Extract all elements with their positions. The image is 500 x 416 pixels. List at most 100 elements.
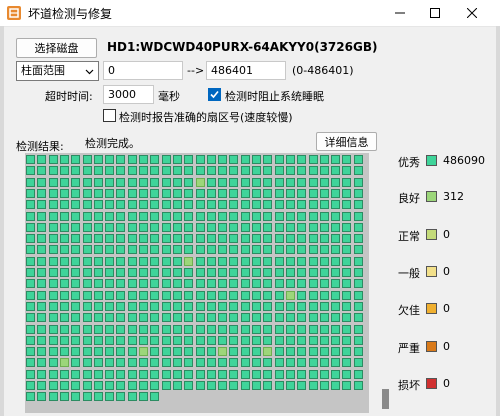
sector-block[interactable] <box>229 324 239 334</box>
sector-block[interactable] <box>206 222 216 232</box>
sector-block[interactable] <box>229 347 239 357</box>
sector-block[interactable] <box>308 200 318 210</box>
sector-block[interactable] <box>48 301 58 311</box>
sector-block[interactable] <box>308 358 318 368</box>
sector-block[interactable] <box>139 188 148 198</box>
sector-block[interactable] <box>263 268 273 277</box>
sector-block[interactable] <box>93 211 103 221</box>
sector-block[interactable] <box>59 358 69 368</box>
sector-block[interactable] <box>240 188 250 198</box>
sector-block[interactable] <box>127 166 137 176</box>
sector-block[interactable] <box>218 313 228 323</box>
sector-block[interactable] <box>342 234 352 244</box>
sector-block[interactable] <box>161 222 171 232</box>
sector-block[interactable] <box>252 200 261 210</box>
sector-block[interactable] <box>26 313 35 323</box>
sector-block[interactable] <box>93 222 103 232</box>
sector-block[interactable] <box>195 166 205 176</box>
sector-block[interactable] <box>93 335 103 345</box>
sector-block[interactable] <box>297 200 307 210</box>
sector-block[interactable] <box>161 245 171 255</box>
sector-block[interactable] <box>172 313 182 323</box>
sector-block[interactable] <box>127 155 137 164</box>
sector-block[interactable] <box>263 324 273 334</box>
sector-block[interactable] <box>229 177 239 187</box>
sector-block[interactable] <box>127 381 137 390</box>
sector-block[interactable] <box>195 211 205 221</box>
sector-block[interactable] <box>150 222 160 232</box>
sector-block[interactable] <box>319 211 329 221</box>
sector-block[interactable] <box>331 200 341 210</box>
sector-block[interactable] <box>353 358 363 368</box>
sector-block[interactable] <box>127 211 137 221</box>
report-sector-checkbox[interactable] <box>103 109 116 122</box>
sector-block[interactable] <box>37 392 47 402</box>
sector-block[interactable] <box>172 358 182 368</box>
sector-block[interactable] <box>26 392 35 402</box>
sector-block[interactable] <box>139 234 148 244</box>
sector-block[interactable] <box>297 381 307 390</box>
sector-block[interactable] <box>252 211 261 221</box>
sector-block[interactable] <box>105 279 115 289</box>
sector-block[interactable] <box>37 358 47 368</box>
sector-block[interactable] <box>263 313 273 323</box>
sector-block[interactable] <box>37 268 47 277</box>
sector-block[interactable] <box>206 290 216 300</box>
sector-block[interactable] <box>71 392 81 402</box>
sector-block[interactable] <box>297 211 307 221</box>
sector-block[interactable] <box>218 245 228 255</box>
sector-block[interactable] <box>150 369 160 379</box>
sector-block[interactable] <box>161 369 171 379</box>
sector-block[interactable] <box>105 200 115 210</box>
sector-block[interactable] <box>127 369 137 379</box>
sector-block[interactable] <box>161 313 171 323</box>
sector-block[interactable] <box>48 392 58 402</box>
sector-block[interactable] <box>229 188 239 198</box>
sector-block[interactable] <box>59 222 69 232</box>
sector-block[interactable] <box>26 335 35 345</box>
sector-block[interactable] <box>26 256 35 266</box>
sector-block[interactable] <box>353 245 363 255</box>
sector-block[interactable] <box>161 234 171 244</box>
sector-block[interactable] <box>285 301 295 311</box>
sector-block[interactable] <box>48 188 58 198</box>
sector-block[interactable] <box>195 234 205 244</box>
sector-block[interactable] <box>206 313 216 323</box>
sector-block[interactable] <box>139 245 148 255</box>
sector-block[interactable] <box>342 301 352 311</box>
sector-block[interactable] <box>274 188 284 198</box>
sector-block[interactable] <box>206 324 216 334</box>
sector-block[interactable] <box>252 358 261 368</box>
sector-block[interactable] <box>37 313 47 323</box>
sector-block[interactable] <box>172 279 182 289</box>
sector-block[interactable] <box>206 268 216 277</box>
sector-block[interactable] <box>105 335 115 345</box>
sector-block[interactable] <box>297 335 307 345</box>
sector-block[interactable] <box>252 234 261 244</box>
sector-block[interactable] <box>319 347 329 357</box>
sector-block[interactable] <box>172 290 182 300</box>
sector-block[interactable] <box>285 211 295 221</box>
sector-block[interactable] <box>150 177 160 187</box>
sector-block[interactable] <box>308 166 318 176</box>
sector-block[interactable] <box>59 245 69 255</box>
sector-block[interactable] <box>308 290 318 300</box>
sector-block[interactable] <box>26 245 35 255</box>
sector-block[interactable] <box>195 245 205 255</box>
sector-block[interactable] <box>82 347 92 357</box>
sector-block[interactable] <box>37 155 47 164</box>
sector-block[interactable] <box>206 200 216 210</box>
sector-block[interactable] <box>240 369 250 379</box>
sector-block[interactable] <box>26 279 35 289</box>
sector-block[interactable] <box>116 222 126 232</box>
sector-block[interactable] <box>26 188 35 198</box>
sector-block[interactable] <box>308 313 318 323</box>
sector-block[interactable] <box>139 211 148 221</box>
sector-block[interactable] <box>150 166 160 176</box>
sector-block[interactable] <box>150 358 160 368</box>
sector-block[interactable] <box>127 234 137 244</box>
sector-block[interactable] <box>93 392 103 402</box>
sector-block[interactable] <box>342 290 352 300</box>
sector-block[interactable] <box>319 290 329 300</box>
sector-block[interactable] <box>274 166 284 176</box>
